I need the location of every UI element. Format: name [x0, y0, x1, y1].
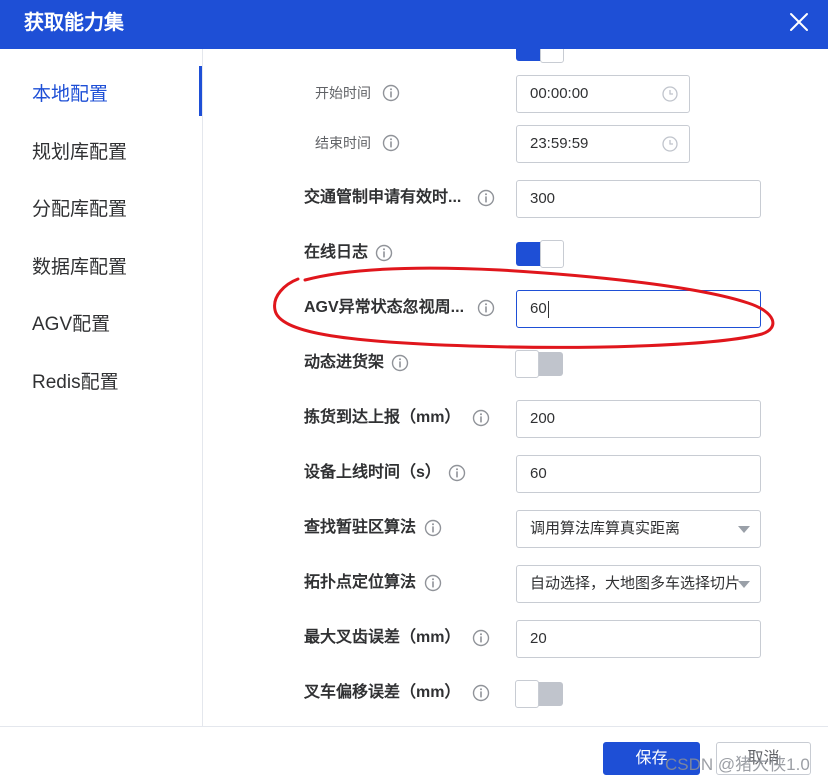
- online-log-label: 在线日志: [304, 244, 369, 261]
- sidebar-item-planning-config[interactable]: 规划库配置: [32, 140, 127, 166]
- device-online-input[interactable]: 60: [516, 455, 761, 493]
- fork-tooth-label: 最大叉齿误差（mm）: [304, 629, 461, 646]
- traffic-valid-input[interactable]: 300: [516, 180, 761, 218]
- info-icon[interactable]: [391, 354, 409, 372]
- toggle-knob: [515, 680, 539, 708]
- clock-icon: [662, 86, 678, 102]
- sidebar-item-local-config[interactable]: 本地配置: [32, 82, 108, 108]
- sidebar-item-allocation-config[interactable]: 分配库配置: [32, 197, 127, 223]
- dynamic-shelf-label: 动态进货架: [304, 354, 385, 371]
- info-icon[interactable]: [472, 684, 490, 702]
- pick-report-label: 拣货到达上报（mm）: [304, 409, 461, 426]
- online-log-toggle[interactable]: [516, 240, 564, 268]
- info-icon[interactable]: [477, 299, 495, 317]
- traffic-valid-label: 交通管制申请有效时...: [304, 189, 462, 206]
- info-icon[interactable]: [382, 84, 400, 102]
- topo-algo-select[interactable]: 自动选择，大地图多车选择切片: [516, 565, 761, 603]
- end-time-label: 结束时间: [315, 135, 371, 151]
- dialog-title: 获取能力集: [24, 12, 124, 34]
- sidebar-active-indicator: [199, 66, 202, 116]
- info-icon[interactable]: [424, 519, 442, 537]
- sidebar: 本地配置 规划库配置 分配库配置 数据库配置 AGV配置 Redis配置: [0, 49, 203, 726]
- agv-ignore-input[interactable]: 60: [516, 290, 761, 328]
- dialog-header: 获取能力集: [0, 0, 828, 49]
- chevron-down-icon: [738, 526, 750, 533]
- staging-algo-label: 查找暂驻区算法: [304, 519, 417, 536]
- chevron-down-icon: [738, 581, 750, 588]
- settings-form: 开始时间 00:00:00 结束时间 23:59:59 交通管制申请有效时...…: [203, 49, 828, 726]
- start-time-value: 00:00:00: [530, 85, 589, 102]
- dialog-footer: 保存 取消: [0, 726, 828, 780]
- toggle-knob: [540, 49, 564, 63]
- toggle-knob: [540, 240, 564, 268]
- info-icon[interactable]: [424, 574, 442, 592]
- sidebar-item-database-config[interactable]: 数据库配置: [32, 255, 127, 281]
- staging-algo-select[interactable]: 调用算法库算真实距离: [516, 510, 761, 548]
- end-time-value: 23:59:59: [530, 135, 589, 152]
- close-icon[interactable]: [788, 11, 810, 33]
- cancel-button[interactable]: 取消: [716, 742, 811, 775]
- partial-toggle[interactable]: [516, 49, 564, 63]
- fork-offset-toggle[interactable]: [515, 680, 563, 708]
- info-icon[interactable]: [375, 244, 393, 262]
- end-time-input[interactable]: 23:59:59: [516, 125, 690, 163]
- info-icon[interactable]: [448, 464, 466, 482]
- toggle-knob: [515, 350, 539, 378]
- agv-ignore-label: AGV异常状态忽视周...: [304, 299, 465, 316]
- sidebar-item-redis-config[interactable]: Redis配置: [32, 370, 119, 396]
- clock-icon: [662, 136, 678, 152]
- info-icon[interactable]: [472, 629, 490, 647]
- save-button[interactable]: 保存: [603, 742, 700, 775]
- start-time-label: 开始时间: [315, 85, 371, 101]
- info-icon[interactable]: [472, 409, 490, 427]
- pick-report-input[interactable]: 200: [516, 400, 761, 438]
- fork-tooth-input[interactable]: 20: [516, 620, 761, 658]
- topo-algo-label: 拓扑点定位算法: [304, 574, 417, 591]
- staging-algo-value: 调用算法库算真实距离: [530, 520, 681, 537]
- start-time-input[interactable]: 00:00:00: [516, 75, 690, 113]
- device-online-label: 设备上线时间（s）: [304, 464, 441, 481]
- dynamic-shelf-toggle[interactable]: [515, 350, 563, 378]
- text-caret: [547, 300, 549, 318]
- info-icon[interactable]: [382, 134, 400, 152]
- fork-offset-label: 叉车偏移误差（mm）: [304, 684, 461, 701]
- sidebar-item-agv-config[interactable]: AGV配置: [32, 312, 110, 338]
- info-icon[interactable]: [477, 189, 495, 207]
- agv-ignore-value: 60: [530, 300, 547, 317]
- topo-algo-value: 自动选择，大地图多车选择切片: [530, 575, 741, 592]
